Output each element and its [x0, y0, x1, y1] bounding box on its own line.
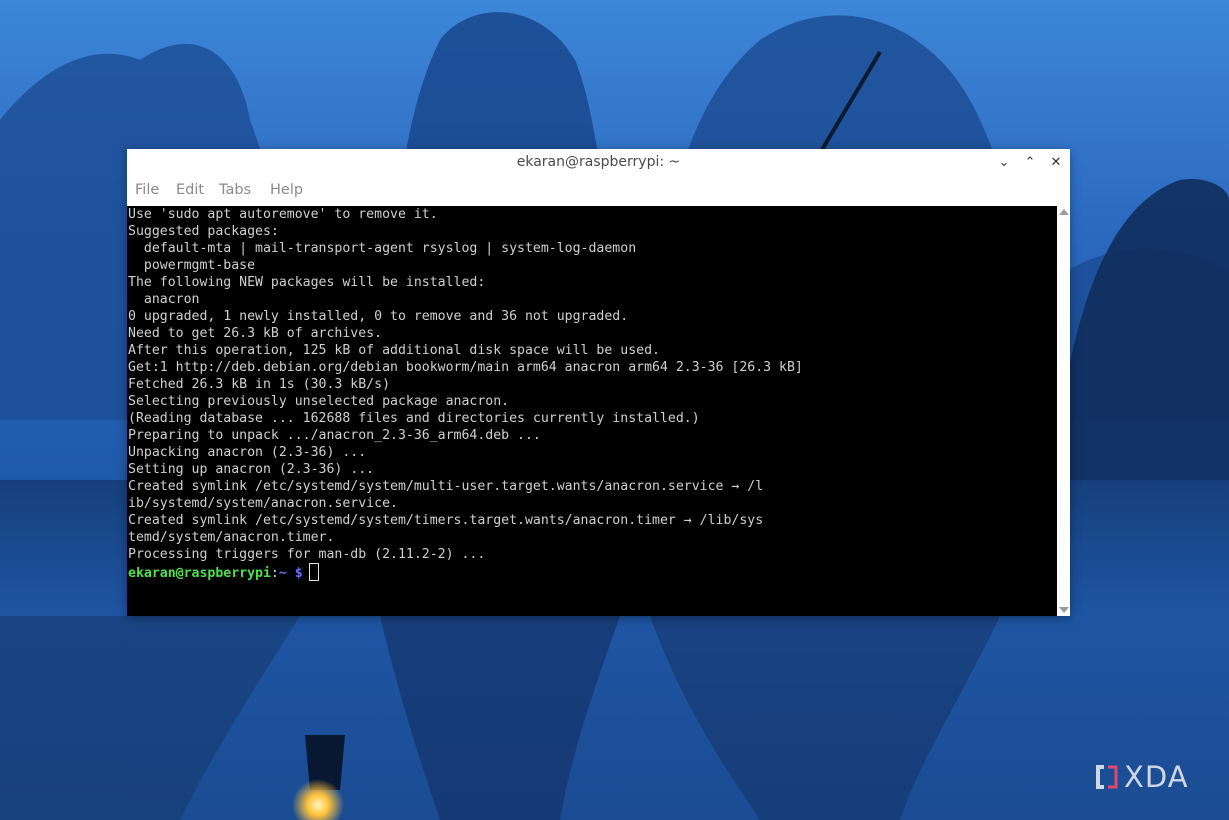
text-cursor	[308, 563, 319, 581]
terminal-line: powermgmt-base	[128, 258, 256, 273]
terminal-line: Need to get 26.3 kB of archives.	[128, 326, 383, 341]
terminal-line: ib/systemd/system/anacron.service.	[128, 496, 398, 511]
shell-prompt[interactable]: ekaran@raspberrypi:~ $	[128, 563, 803, 581]
terminal-window: ekaran@raspberrypi: ~ ⌄ ⌃ ✕ File Edit Ta…	[127, 149, 1070, 616]
prompt-symbol: $	[294, 566, 303, 581]
terminal-line: After this operation, 125 kB of addition…	[128, 343, 660, 358]
terminal-output[interactable]: Use 'sudo apt autoremove' to remove it. …	[127, 206, 1057, 616]
terminal-line: 0 upgraded, 1 newly installed, 0 to remo…	[128, 309, 629, 324]
xda-logo-icon	[1096, 765, 1118, 789]
terminal-line: Processing triggers for man-db (2.11.2-2…	[128, 547, 486, 562]
terminal-line: temd/system/anacron.timer.	[128, 530, 335, 545]
terminal-line: default-mta | mail-transport-agent rsysl…	[128, 241, 637, 256]
terminal-line: Created symlink /etc/systemd/system/time…	[128, 513, 764, 528]
terminal-lines: Use 'sudo apt autoremove' to remove it. …	[128, 206, 803, 581]
minimize-icon: ⌄	[998, 155, 1010, 170]
close-icon: ✕	[1050, 155, 1062, 170]
scroll-down-icon[interactable]	[1059, 607, 1069, 613]
minimize-button[interactable]: ⌄	[994, 153, 1014, 173]
terminal-line: Unpacking anacron (2.3-36) ...	[128, 445, 367, 460]
menu-tabs[interactable]: Tabs	[219, 176, 251, 206]
scroll-up-icon[interactable]	[1059, 209, 1069, 215]
vertical-scrollbar[interactable]	[1057, 206, 1070, 616]
terminal-line: Fetched 26.3 kB in 1s (30.3 kB/s)	[128, 377, 391, 392]
terminal-line: Suggested packages:	[128, 224, 279, 239]
menu-file[interactable]: File	[135, 176, 159, 206]
terminal-line: Created symlink /etc/systemd/system/mult…	[128, 479, 764, 494]
maximize-icon: ⌃	[1024, 155, 1036, 170]
prompt-separator: :	[270, 566, 279, 581]
close-button[interactable]: ✕	[1046, 153, 1066, 173]
maximize-button[interactable]: ⌃	[1020, 153, 1040, 173]
terminal-line: Use 'sudo apt autoremove' to remove it.	[128, 207, 438, 222]
menu-help[interactable]: Help	[270, 176, 303, 206]
terminal-line: Setting up anacron (2.3-36) ...	[128, 462, 375, 477]
terminal-line: (Reading database ... 162688 files and d…	[128, 411, 700, 426]
prompt-user-host: ekaran@raspberrypi	[128, 566, 271, 581]
terminal-line: Selecting previously unselected package …	[128, 394, 510, 409]
title-bar[interactable]: ekaran@raspberrypi: ~ ⌄ ⌃ ✕	[127, 149, 1070, 176]
terminal-line: Preparing to unpack .../anacron_2.3-36_a…	[128, 428, 541, 443]
terminal-line: Get:1 http://deb.debian.org/debian bookw…	[128, 360, 803, 375]
terminal-line: anacron	[128, 292, 200, 307]
desktop: ekaran@raspberrypi: ~ ⌄ ⌃ ✕ File Edit Ta…	[0, 0, 1229, 820]
menu-bar: File Edit Tabs Help	[127, 176, 1070, 206]
xda-watermark-text: XDA	[1124, 760, 1189, 794]
window-title: ekaran@raspberrypi: ~	[516, 154, 681, 170]
prompt-path: ~	[278, 566, 287, 581]
terminal-line: The following NEW packages will be insta…	[128, 275, 486, 290]
menu-edit[interactable]: Edit	[176, 176, 204, 206]
